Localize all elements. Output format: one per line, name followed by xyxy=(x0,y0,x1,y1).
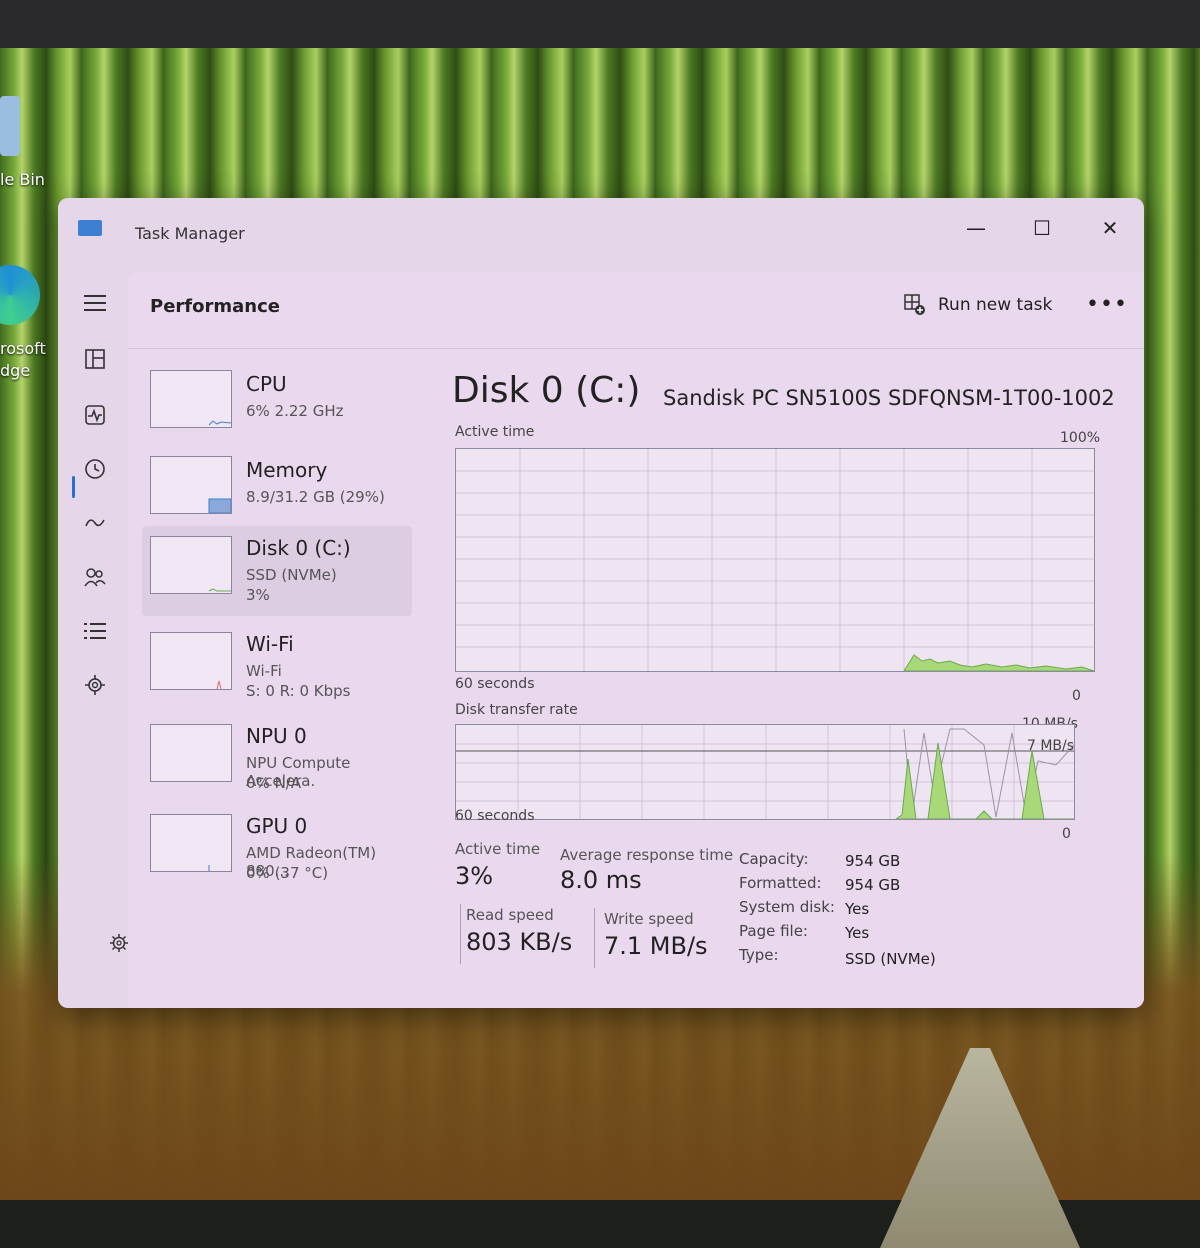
write-speed-label: Write speed xyxy=(604,910,694,928)
app-history-icon[interactable] xyxy=(80,454,110,484)
transfer-rate-chart-span: 60 seconds xyxy=(455,808,535,824)
active-time-label: Active time xyxy=(455,840,541,858)
device-subtitle: 6% 2.22 GHz xyxy=(246,402,344,420)
processes-icon[interactable] xyxy=(80,344,110,374)
performance-panel: Performance Run new task ••• CPU 6% 2.22… xyxy=(128,272,1144,1008)
device-subtitle-2: 0% N/A xyxy=(246,774,302,792)
transfer-rate-chart-label: Disk transfer rate xyxy=(455,702,578,718)
device-item-gpu[interactable]: GPU 0 AMD Radeon(TM) 880... 0% (37 °C) xyxy=(142,804,412,890)
device-item-disk[interactable]: Disk 0 (C:) SSD (NVMe) 3% xyxy=(142,526,412,616)
device-subtitle-2: 3% xyxy=(246,586,270,604)
more-options-button[interactable]: ••• xyxy=(1086,292,1128,317)
device-subtitle: SSD (NVMe) xyxy=(246,566,337,584)
recycle-bin-icon[interactable] xyxy=(0,96,20,156)
transfer-rate-chart-svg xyxy=(456,725,1074,819)
prop-value-type: SSD (NVMe) xyxy=(845,950,936,968)
device-subtitle: Wi-Fi xyxy=(246,662,282,680)
prop-value-formatted: 954 GB xyxy=(845,876,901,894)
prop-key-system-disk: System disk: xyxy=(739,898,835,916)
device-name: Disk 0 (C:) xyxy=(246,536,351,560)
task-manager-window: Task Manager — ☐ ✕ Performance Run new t… xyxy=(58,198,1144,1008)
device-name: Memory xyxy=(246,458,328,482)
device-subtitle: 8.9/31.2 GB (29%) xyxy=(246,488,385,506)
active-time-value: 3% xyxy=(455,862,494,890)
device-name: GPU 0 xyxy=(246,814,308,838)
write-speed-separator xyxy=(594,908,595,968)
device-name: Wi-Fi xyxy=(246,632,294,656)
services-icon[interactable] xyxy=(80,670,110,700)
device-item-cpu[interactable]: CPU 6% 2.22 GHz xyxy=(142,362,412,448)
minimize-button[interactable]: — xyxy=(952,208,1000,248)
device-name: NPU 0 xyxy=(246,724,307,748)
disk-thumbnail xyxy=(150,536,232,594)
memory-thumbnail xyxy=(150,456,232,514)
panel-header: Performance Run new task ••• xyxy=(128,272,1144,349)
read-speed-label: Read speed xyxy=(466,906,554,924)
close-button[interactable]: ✕ xyxy=(1086,208,1134,248)
startup-apps-icon[interactable] xyxy=(80,508,110,538)
active-time-chart-span: 60 seconds xyxy=(455,676,535,692)
maximize-button[interactable]: ☐ xyxy=(1018,208,1066,248)
prop-value-page-file: Yes xyxy=(845,924,870,942)
active-time-chart-svg xyxy=(456,449,1094,671)
device-item-npu[interactable]: NPU 0 NPU Compute Accelera. 0% N/A xyxy=(142,714,412,800)
transfer-rate-write-series xyxy=(895,742,1074,819)
prop-value-capacity: 954 GB xyxy=(845,852,901,870)
run-task-icon xyxy=(904,294,925,315)
read-speed-separator xyxy=(460,904,461,964)
nav-sidebar xyxy=(58,270,128,1008)
read-speed-value: 803 KB/s xyxy=(466,928,573,956)
prop-key-page-file: Page file: xyxy=(739,922,808,940)
disk-model: Sandisk PC SN5100S SDFQNSM-1T00-1002 xyxy=(663,386,1115,410)
run-new-task-button[interactable]: Run new task xyxy=(904,294,1052,316)
task-manager-icon xyxy=(78,220,102,236)
transfer-rate-chart-min: 0 xyxy=(1062,826,1071,842)
run-new-task-label: Run new task xyxy=(938,295,1053,315)
gpu-thumbnail xyxy=(150,814,232,872)
avg-response-value: 8.0 ms xyxy=(560,866,642,894)
device-subtitle-2: S: 0 R: 0 Kbps xyxy=(246,682,351,700)
desktop-label-edge[interactable]: rosoft dge xyxy=(0,338,46,382)
users-icon[interactable] xyxy=(80,562,110,592)
avg-response-label: Average response time xyxy=(560,846,734,864)
active-time-chart xyxy=(455,448,1095,672)
npu-thumbnail xyxy=(150,724,232,782)
window-title: Task Manager xyxy=(135,224,245,243)
wifi-thumbnail xyxy=(150,632,232,690)
wallpaper-path xyxy=(880,1048,1080,1248)
active-time-series xyxy=(903,654,1094,671)
active-nav-indicator xyxy=(72,476,75,498)
cpu-thumbnail xyxy=(150,370,232,428)
device-subtitle-2: 0% (37 °C) xyxy=(246,864,329,882)
write-speed-value: 7.1 MB/s xyxy=(604,932,708,960)
active-time-chart-max: 100% xyxy=(1060,430,1101,446)
transfer-rate-chart xyxy=(455,724,1075,820)
active-time-chart-label: Active time xyxy=(455,424,535,440)
detail-title: Disk 0 (C:) xyxy=(452,370,641,411)
screen-bezel xyxy=(0,0,1200,48)
prop-key-type: Type: xyxy=(739,946,779,964)
performance-icon[interactable] xyxy=(80,400,110,430)
device-name: CPU xyxy=(246,372,287,396)
transfer-rate-chart-mid: 7 MB/s xyxy=(1027,738,1075,754)
details-icon[interactable] xyxy=(80,616,110,646)
prop-key-formatted: Formatted: xyxy=(739,874,822,892)
active-time-chart-min: 0 xyxy=(1072,688,1081,704)
hamburger-menu-icon[interactable] xyxy=(80,288,110,318)
prop-key-capacity: Capacity: xyxy=(739,850,809,868)
title-bar[interactable]: Task Manager — ☐ ✕ xyxy=(58,198,1144,270)
prop-value-system-disk: Yes xyxy=(845,900,870,918)
device-item-wifi[interactable]: Wi-Fi Wi-Fi S: 0 R: 0 Kbps xyxy=(142,622,412,708)
device-item-memory[interactable]: Memory 8.9/31.2 GB (29%) xyxy=(142,448,412,534)
desktop-label-recycle-bin[interactable]: le Bin xyxy=(0,170,45,189)
page-title: Performance xyxy=(150,296,280,317)
